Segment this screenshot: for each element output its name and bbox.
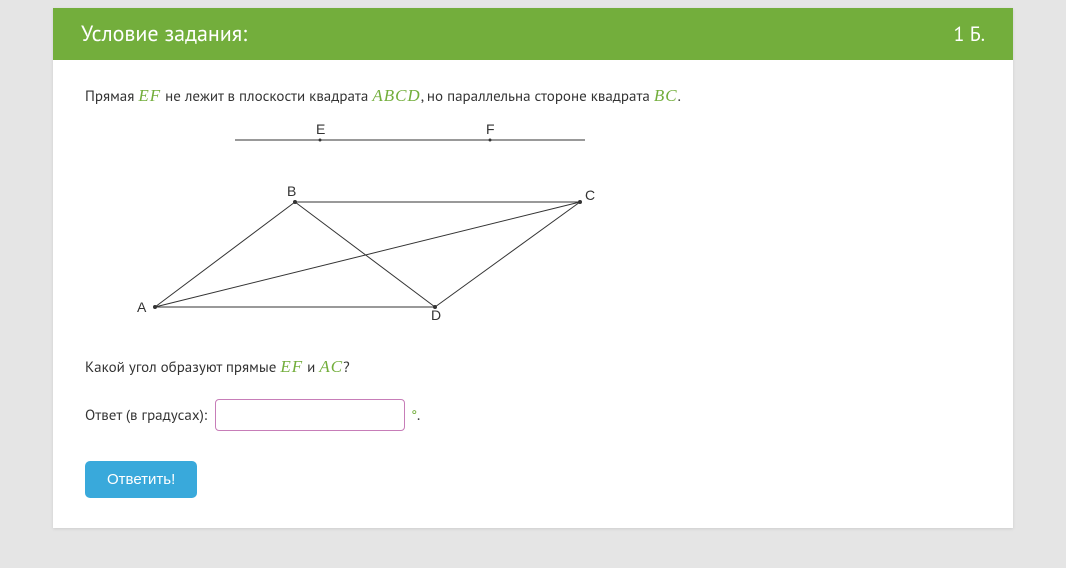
- answer-row: Ответ (в градусах): °.: [85, 399, 981, 431]
- label-b: B: [287, 183, 296, 199]
- task-title: Условие задания:: [81, 20, 247, 48]
- task-header: Условие задания: 1 Б.: [53, 8, 1013, 60]
- problem-statement: Прямая EF не лежит в плоскости квадрата …: [85, 86, 981, 106]
- math-ef: EF: [138, 86, 161, 105]
- question-line: Какой угол образуют прямые EF и AC?: [85, 357, 981, 377]
- label-a: A: [137, 299, 147, 315]
- label-c: C: [585, 187, 595, 203]
- question-text-1: Какой угол образуют прямые: [85, 358, 280, 377]
- math-bc: BC: [654, 86, 678, 105]
- geometry-diagram: E F A B C D: [115, 122, 981, 327]
- label-d: D: [431, 307, 441, 322]
- math-ac: AC: [319, 357, 343, 376]
- answer-period: .: [417, 406, 420, 425]
- task-body: Прямая EF не лежит в плоскости квадрата …: [53, 60, 1013, 528]
- problem-text-1: Прямая: [85, 87, 138, 106]
- submit-button[interactable]: Ответить!: [85, 461, 197, 498]
- math-abcd: ABCD: [372, 86, 420, 105]
- task-points: 1 Б.: [953, 21, 985, 47]
- problem-text-2: не лежит в плоскости квадрата: [161, 87, 372, 106]
- question-text-2: и: [303, 358, 319, 377]
- problem-text-4: .: [678, 87, 681, 106]
- answer-label: Ответ (в градусах):: [85, 406, 207, 425]
- answer-input[interactable]: [215, 399, 405, 431]
- task-container: Условие задания: 1 Б. Прямая EF не лежит…: [53, 8, 1013, 528]
- math-ef-2: EF: [280, 357, 303, 376]
- question-text-3: ?: [343, 358, 350, 377]
- problem-text-3: , но параллельна стороне квадрата: [421, 87, 654, 106]
- label-f: F: [486, 122, 495, 137]
- label-e: E: [316, 122, 325, 137]
